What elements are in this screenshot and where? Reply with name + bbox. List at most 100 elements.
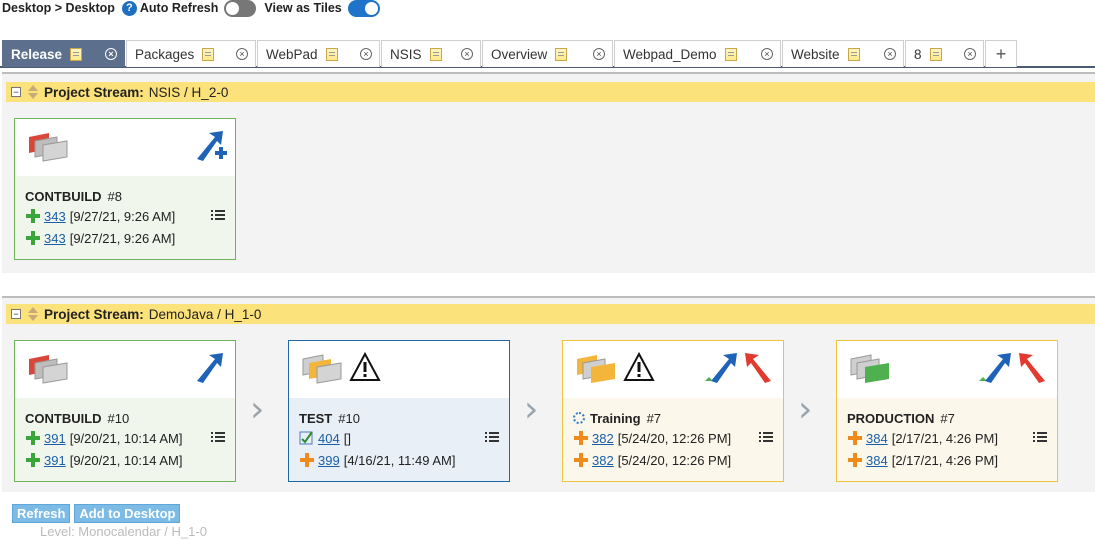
tab-label: Webpad_Demo	[623, 46, 717, 62]
list-icon[interactable]	[485, 432, 499, 444]
collapse-icon[interactable]: −	[11, 87, 21, 97]
build-link[interactable]: 399	[318, 453, 340, 468]
build-date: [2/17/21, 4:26 PM]	[891, 430, 998, 446]
tab-website[interactable]: Website ×	[782, 40, 904, 67]
stage-number: #10	[338, 410, 360, 426]
chevron-right-icon: ›	[250, 389, 265, 430]
stage-stack-icon	[29, 133, 68, 162]
test-check-icon	[299, 431, 313, 445]
tab-overview[interactable]: Overview ×	[482, 40, 613, 67]
note-icon	[929, 47, 942, 61]
sort-icon[interactable]	[28, 307, 38, 321]
tab-webpad-demo[interactable]: Webpad_Demo ×	[614, 40, 781, 67]
stage-card[interactable]: Training #7 382 [5/24/20, 12:26 PM] 382 …	[562, 340, 784, 482]
add-to-desktop-button[interactable]: Add to Desktop	[74, 504, 181, 523]
tab-nsis[interactable]: NSIS ×	[381, 40, 481, 67]
build-row: 391 [9/20/21, 10:14 AM]	[25, 427, 235, 449]
build-date: []	[343, 430, 351, 446]
build-row: 382 [5/24/20, 12:26 PM]	[573, 427, 783, 449]
tab-bar: Release × Packages × WebPad × NSIS × Ove…	[0, 40, 1095, 68]
build-link[interactable]: 382	[592, 453, 614, 468]
stage-name: PRODUCTION	[847, 410, 935, 426]
action-buttons: Refresh Add to Desktop	[12, 504, 181, 523]
stage-name: CONTBUILD	[25, 188, 102, 204]
stage-card[interactable]: CONTBUILD #8 343 [9/27/21, 9:26 AM] 343 …	[14, 118, 236, 260]
build-row: 384 [2/17/21, 4:26 PM]	[847, 427, 1057, 449]
close-icon[interactable]: ×	[461, 48, 473, 60]
build-link[interactable]: 391	[44, 431, 66, 446]
list-icon[interactable]	[1033, 432, 1047, 444]
build-row: 384 [2/17/21, 4:26 PM]	[847, 449, 1057, 471]
top-bar: Desktop > Desktop ? Auto Refresh View as…	[0, 0, 388, 17]
build-date: [5/24/20, 12:26 PM]	[617, 430, 732, 446]
auto-refresh-label: Auto Refresh	[139, 1, 219, 15]
build-link[interactable]: 382	[592, 431, 614, 446]
add-orange-icon	[574, 453, 588, 467]
auto-refresh-toggle[interactable]	[224, 0, 257, 17]
note-icon	[325, 47, 338, 61]
add-green-icon	[26, 209, 40, 223]
stage-stack-icon	[577, 355, 615, 383]
stream-label: Project Stream:	[44, 84, 144, 100]
stage-stack-icon	[850, 354, 889, 383]
tab-label: 8	[914, 46, 922, 62]
close-icon[interactable]: ×	[593, 48, 605, 60]
list-icon[interactable]	[759, 432, 773, 444]
sort-icon[interactable]	[28, 85, 38, 99]
tab-label: Website	[791, 46, 840, 62]
build-row: 399 [4/16/21, 11:49 AM]	[299, 449, 509, 471]
tab-label: Packages	[135, 46, 195, 62]
add-orange-icon	[848, 453, 862, 467]
stage-stack-icon	[29, 355, 68, 384]
build-date: [4/16/21, 11:49 AM]	[343, 452, 456, 468]
close-icon[interactable]: ×	[360, 48, 372, 60]
build-link[interactable]: 343	[44, 209, 66, 224]
stream-header: − Project Stream: NSIS / H_2-0	[6, 82, 1095, 102]
stage-card[interactable]: TEST #10 404 [] 399 [4/16/21, 11:49 AM]	[288, 340, 510, 482]
build-link[interactable]: 384	[866, 431, 888, 446]
list-icon[interactable]	[211, 432, 225, 444]
stream-name: NSIS / H_2-0	[148, 84, 229, 100]
stage-card[interactable]: CONTBUILD #10 391 [9/20/21, 10:14 AM] 39…	[14, 340, 236, 482]
stage-card[interactable]: PRODUCTION #7 384 [2/17/21, 4:26 PM] 384…	[836, 340, 1058, 482]
close-icon[interactable]: ×	[884, 48, 896, 60]
tab-8[interactable]: 8 ×	[905, 40, 984, 67]
help-icon[interactable]: ?	[121, 0, 137, 16]
chevron-right-icon: ›	[524, 389, 539, 430]
build-row: 382 [5/24/20, 12:26 PM]	[573, 449, 783, 471]
add-orange-icon	[574, 431, 588, 445]
chevron-right-icon: ›	[798, 389, 813, 430]
refresh-button[interactable]: Refresh	[12, 504, 71, 523]
build-link[interactable]: 404	[318, 431, 340, 446]
build-link[interactable]: 384	[866, 453, 888, 468]
close-icon[interactable]: ×	[761, 48, 773, 60]
list-icon[interactable]	[211, 210, 225, 222]
tab-label: Overview	[491, 46, 548, 62]
tab-webpad[interactable]: WebPad ×	[257, 40, 380, 67]
promote-arrow-icon	[979, 353, 1011, 383]
view-tiles-toggle[interactable]	[347, 0, 380, 17]
tab-release[interactable]: Release ×	[2, 40, 125, 67]
note-icon	[724, 47, 737, 61]
build-row: 391 [9/20/21, 10:14 AM]	[25, 449, 235, 471]
collapse-icon[interactable]: −	[11, 309, 21, 319]
add-orange-icon	[848, 431, 862, 445]
add-orange-icon	[300, 453, 314, 467]
stage-stack-icon	[302, 354, 342, 384]
add-green-icon	[26, 453, 40, 467]
stage-title: TEST #10	[299, 409, 509, 427]
stream-label: Project Stream:	[44, 306, 144, 322]
stage-number: #7	[940, 410, 955, 426]
build-link[interactable]: 343	[44, 231, 66, 246]
add-tab-button[interactable]: +	[985, 40, 1017, 67]
close-icon[interactable]: ×	[964, 48, 976, 60]
close-icon[interactable]: ×	[236, 48, 248, 60]
note-icon	[555, 47, 568, 61]
build-link[interactable]: 391	[44, 453, 66, 468]
stage-number: #10	[107, 410, 130, 426]
note-icon	[429, 47, 442, 61]
close-icon[interactable]: ×	[105, 48, 117, 60]
add-green-icon	[26, 431, 40, 445]
stage-number: #8	[107, 188, 123, 204]
tab-packages[interactable]: Packages ×	[126, 40, 256, 67]
